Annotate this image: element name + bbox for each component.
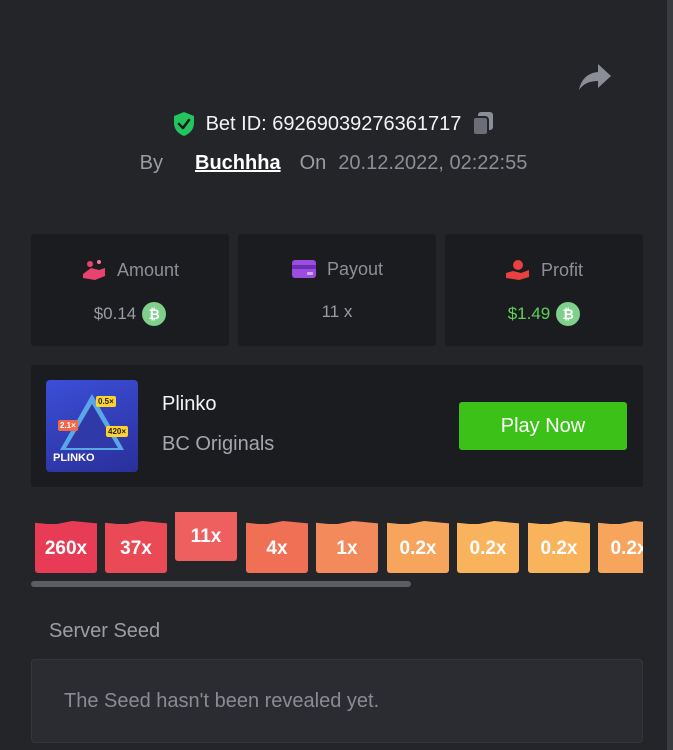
game-provider: BC Originals: [162, 433, 275, 455]
payout-value: 11 x: [321, 302, 353, 321]
amount-label: Amount: [116, 259, 180, 280]
share-arrow-icon[interactable]: [578, 62, 612, 92]
profit-card: Profit $1.49 ₿: [445, 234, 643, 346]
game-title: Plinko: [162, 393, 217, 415]
bitcoin-coin-icon: ₿: [556, 302, 581, 326]
multiplier-slot-active: 11x: [175, 512, 237, 561]
profit-hand-icon: [505, 260, 529, 280]
multiplier-slot: 37x: [105, 524, 167, 573]
right-scroll-edge: [667, 0, 673, 750]
thumb-tag: 0.5×: [96, 396, 116, 407]
shield-check-icon: [173, 112, 194, 136]
game-card: 2.1× 0.5× 420× PLINKO Plinko BC Original…: [31, 365, 643, 487]
payout-label: Payout: [326, 258, 384, 279]
bet-id-text: Bet ID: 69269039276361717: [205, 112, 462, 135]
horizontal-scrollbar[interactable]: [31, 581, 411, 587]
bitcoin-coin-icon: ₿: [142, 302, 167, 326]
amount-card: Amount $0.14 ₿: [31, 234, 229, 346]
multiplier-slot: 0.2x: [528, 524, 590, 573]
multiplier-slot: 0.2x: [387, 524, 449, 573]
play-now-button[interactable]: Play Now: [459, 402, 627, 450]
bet-id-row: Bet ID: 69269039276361717: [0, 108, 667, 140]
multiplier-slot: 4x: [246, 524, 308, 573]
server-seed-field: The Seed hasn't been revealed yet.: [31, 659, 643, 743]
profit-label: Profit: [540, 259, 583, 280]
on-label: On: [299, 151, 327, 174]
profit-value: $1.49: [507, 304, 551, 323]
wallet-card-icon: [291, 260, 316, 278]
multiplier-strip[interactable]: 260x 37x 11x 4x 1x 0.2x 0.2x 0.2x 0.2x: [31, 512, 643, 578]
bet-meta-row: By Buchhha On 20.12.2022, 02:22:55: [0, 148, 667, 178]
multiplier-slot: 0.2x: [457, 524, 519, 573]
by-label: By: [139, 151, 164, 174]
multiplier-slot: 260x: [35, 524, 97, 573]
thumb-plinko-logo: PLINKO: [53, 452, 95, 464]
copy-icon[interactable]: [471, 111, 495, 137]
multiplier-slot: 1x: [316, 524, 378, 573]
bet-date: 20.12.2022, 02:22:55: [338, 151, 528, 174]
amount-value: $0.14: [93, 304, 137, 323]
plinko-thumbnail[interactable]: 2.1× 0.5× 420× PLINKO: [46, 380, 138, 472]
server-seed-label: Server Seed: [49, 620, 161, 642]
thumb-tag: 2.1×: [58, 420, 78, 431]
username-link[interactable]: Buchhha: [195, 152, 281, 175]
multiplier-slot: 0.2x: [598, 524, 643, 573]
hand-coin-icon: [82, 260, 105, 280]
thumb-tag: 420×: [106, 426, 129, 437]
payout-card: Payout 11 x: [238, 234, 436, 346]
